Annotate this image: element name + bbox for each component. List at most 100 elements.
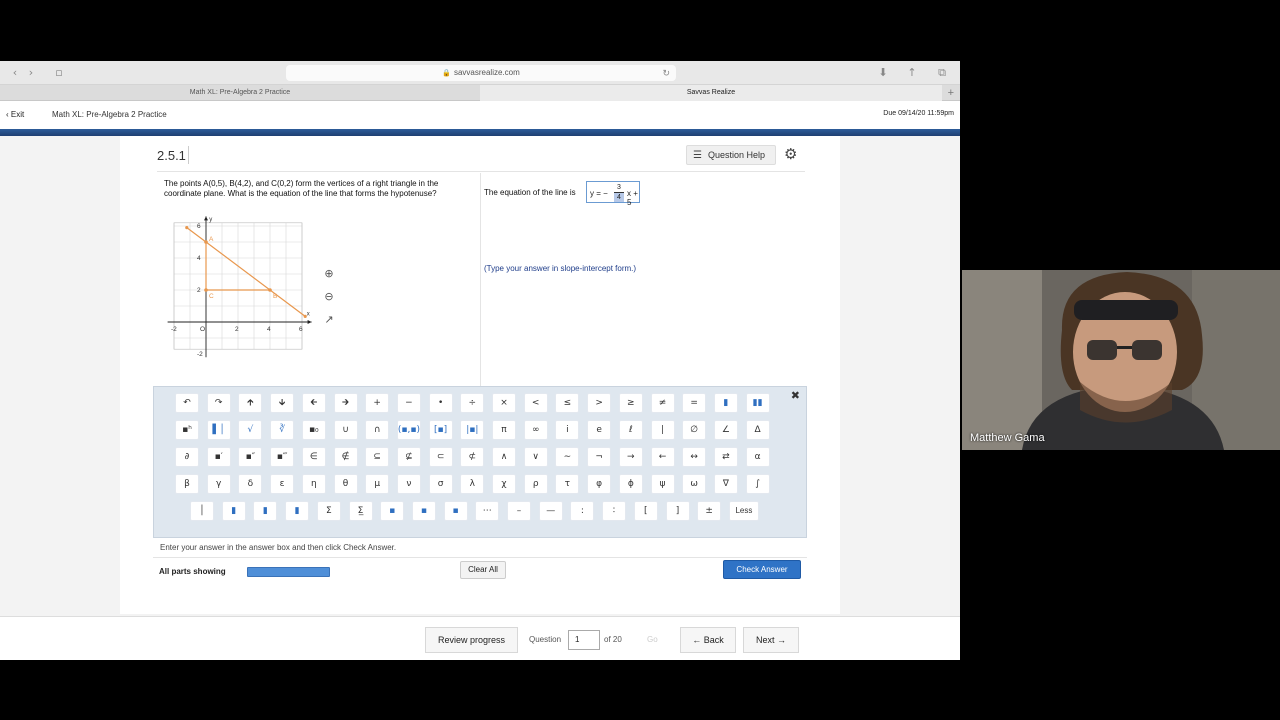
zoom-in-icon[interactable]: ⊕ xyxy=(322,267,336,281)
url-bar[interactable]: 🔒 savvasrealize.com ↻ xyxy=(286,65,676,81)
palette-key[interactable]: • xyxy=(428,393,453,413)
sidebar-icon[interactable]: ▫ xyxy=(52,66,66,80)
answer-input[interactable]: y = − 3 4 x + 5 xyxy=(586,181,640,207)
palette-key[interactable]: = xyxy=(682,393,707,413)
palette-key[interactable]: ∂ xyxy=(175,447,199,467)
reload-icon[interactable]: ↻ xyxy=(662,65,670,81)
palette-key[interactable]: — xyxy=(538,501,563,521)
palette-key[interactable]: ↶ xyxy=(175,393,199,413)
palette-key[interactable]: Σ̲ xyxy=(348,501,373,521)
palette-key[interactable]: ▪ xyxy=(443,501,468,521)
palette-key[interactable]: ∧ xyxy=(492,447,516,467)
palette-key[interactable]: ∛ xyxy=(270,420,295,440)
close-icon[interactable]: ✖ xyxy=(791,389,800,402)
palette-key[interactable]: ← xyxy=(650,447,675,467)
palette-key[interactable]: + xyxy=(365,393,390,413)
palette-key[interactable]: ∞ xyxy=(523,420,548,440)
palette-key[interactable]: ▮ xyxy=(285,501,310,521)
palette-key[interactable]: 🡰 xyxy=(301,393,326,413)
palette-key[interactable]: ∼ xyxy=(555,447,580,467)
palette-key[interactable]: | xyxy=(650,420,675,440)
tab-math-xl[interactable]: Math XL: Pre-Algebra 2 Practice xyxy=(0,85,480,101)
palette-key[interactable]: ≤ xyxy=(555,393,580,413)
palette-key[interactable]: [ xyxy=(633,501,658,521)
palette-key[interactable]: ℓ xyxy=(618,420,643,440)
palette-key[interactable]: (▪,▪) xyxy=(396,420,421,440)
palette-key[interactable]: Σ xyxy=(316,501,341,521)
palette-key[interactable]: ▪ʰ xyxy=(175,420,199,440)
palette-key[interactable]: × xyxy=(492,393,516,413)
palette-key[interactable]: χ xyxy=(492,474,516,494)
palette-key[interactable]: ¬ xyxy=(587,447,612,467)
palette-key[interactable]: ψ xyxy=(650,474,675,494)
question-help-button[interactable]: ☰ Question Help xyxy=(686,145,776,165)
palette-key[interactable]: ∩ xyxy=(365,420,390,440)
palette-key[interactable]: ▪″ xyxy=(238,447,263,467)
palette-key[interactable]: π xyxy=(492,420,516,440)
palette-key[interactable]: β xyxy=(175,474,199,494)
palette-key[interactable]: ⇄ xyxy=(713,447,738,467)
palette-key[interactable]: ⊆ xyxy=(365,447,390,467)
palette-key[interactable]: φ xyxy=(587,474,612,494)
palette-key[interactable]: 🡱 xyxy=(238,393,263,413)
less-button[interactable]: Less xyxy=(728,501,759,521)
palette-key[interactable]: e xyxy=(587,420,612,440)
palette-key[interactable]: ↔ xyxy=(682,447,707,467)
palette-key[interactable]: ϕ xyxy=(618,474,643,494)
tab-savvas-realize[interactable]: Savvas Realize xyxy=(480,85,942,101)
palette-key[interactable]: ⋯ xyxy=(475,501,500,521)
palette-key[interactable]: ∨ xyxy=(523,447,548,467)
palette-key[interactable]: [▪] xyxy=(428,420,453,440)
clear-all-button[interactable]: Clear All xyxy=(460,561,506,579)
review-progress-button[interactable]: Review progress xyxy=(425,627,518,653)
palette-key[interactable]: α xyxy=(745,447,770,467)
palette-key[interactable]: ≥ xyxy=(618,393,643,413)
back-button[interactable]: ← Back xyxy=(680,627,736,653)
question-number-input[interactable]: 1 xyxy=(568,630,600,650)
palette-key[interactable]: ∫ xyxy=(745,474,770,494)
palette-key[interactable]: ▮ xyxy=(221,501,246,521)
palette-key[interactable]: ≠ xyxy=(650,393,675,413)
palette-key[interactable]: ∅ xyxy=(682,420,707,440)
gear-icon[interactable]: ⚙ xyxy=(784,145,797,163)
palette-key[interactable]: ∉ xyxy=(333,447,358,467)
palette-key[interactable]: √ xyxy=(238,420,263,440)
palette-key[interactable]: δ xyxy=(238,474,263,494)
palette-key[interactable]: Δ xyxy=(745,420,770,440)
palette-key[interactable]: ▪ xyxy=(411,501,436,521)
palette-key[interactable]: i xyxy=(555,420,580,440)
palette-key[interactable]: σ xyxy=(428,474,453,494)
palette-key[interactable]: |▪| xyxy=(460,420,485,440)
palette-key[interactable]: ⊂ xyxy=(428,447,453,467)
palette-key[interactable]: ⊄ xyxy=(460,447,485,467)
palette-key[interactable]: ▮ xyxy=(713,393,738,413)
palette-key[interactable]: 🡲 xyxy=(333,393,358,413)
palette-key[interactable]: ν xyxy=(396,474,421,494)
palette-key[interactable]: ▮ xyxy=(253,501,278,521)
palette-key[interactable]: → xyxy=(618,447,643,467)
back-arrow-icon[interactable]: ‹ xyxy=(8,66,22,80)
palette-key[interactable]: > xyxy=(587,393,612,413)
palette-key[interactable]: ∪ xyxy=(333,420,358,440)
palette-key[interactable]: − xyxy=(396,393,421,413)
palette-key[interactable]: ▌│ xyxy=(206,420,231,440)
palette-key[interactable]: 🡳 xyxy=(270,393,295,413)
share-icon[interactable]: ↑ xyxy=(905,66,919,80)
palette-key[interactable]: ⊈ xyxy=(396,447,421,467)
palette-key[interactable]: ± xyxy=(697,501,722,521)
palette-key[interactable]: ▪₀ xyxy=(301,420,326,440)
palette-key[interactable]: ÷ xyxy=(460,393,485,413)
exit-button[interactable]: ‹ Exit xyxy=(6,110,24,119)
palette-key[interactable]: – xyxy=(507,501,531,521)
palette-key[interactable]: γ xyxy=(206,474,231,494)
new-tab-icon[interactable]: + xyxy=(948,85,954,101)
palette-key[interactable]: ▪′ xyxy=(206,447,231,467)
palette-key[interactable]: ] xyxy=(665,501,690,521)
palette-key[interactable]: λ xyxy=(460,474,485,494)
go-button[interactable]: Go xyxy=(647,635,658,644)
palette-key[interactable]: : xyxy=(570,501,595,521)
zoom-out-icon[interactable]: ⊖ xyxy=(322,290,336,304)
palette-key[interactable]: ↷ xyxy=(206,393,231,413)
palette-key[interactable]: ▮▮ xyxy=(745,393,770,413)
download-icon[interactable]: ⬇ xyxy=(876,66,890,80)
